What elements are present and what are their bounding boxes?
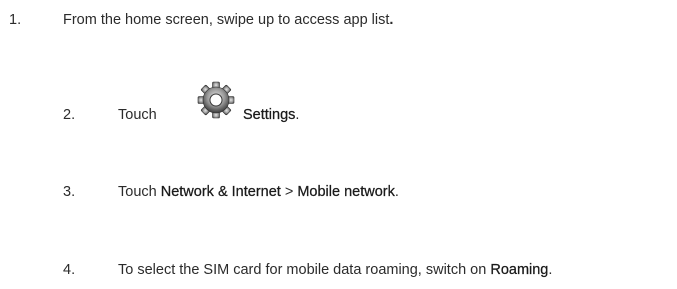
network-internet-label: Network & Internet [160,184,281,200]
settings-gear-icon [197,81,235,119]
mobile-network-label: Mobile network [297,184,395,200]
step-4: 4. To select the SIM card for mobile dat… [0,261,677,279]
step-2-touch-text: Touch [118,107,157,123]
step-3-period: . [394,184,399,200]
step-number: 1. [9,12,22,28]
step-3: 3. Touch Network & Internet > Mobile net… [0,183,677,201]
step-number: 3. [63,184,76,200]
step-1: 1. From the home screen, swipe up to acc… [0,11,677,29]
step-number: 4. [63,262,76,278]
instructions-page: { "steps": [ { "number": "1.", "text": "… [0,0,677,289]
step-1-period: . [389,12,394,28]
step-3-touch-text: Touch [118,184,161,200]
step-4-text: To select the SIM card for mobile data r… [118,262,491,278]
settings-label: Settings [243,107,296,123]
step-2: 2. Touch Settings. [0,81,677,124]
step-text: To select the SIM card for mobile data r… [118,261,552,279]
step-2-target: Settings. [243,106,300,124]
roaming-label: Roaming [490,262,549,278]
path-separator: > [280,184,298,200]
step-text: From the home screen, swipe up to access… [63,11,393,29]
step-1-text: From the home screen, swipe up to access… [63,12,390,28]
step-2-period: . [295,107,300,123]
step-text: Touch Network & Internet > Mobile networ… [118,183,399,201]
step-number: 2. [63,107,76,123]
step-4-period: . [548,262,553,278]
